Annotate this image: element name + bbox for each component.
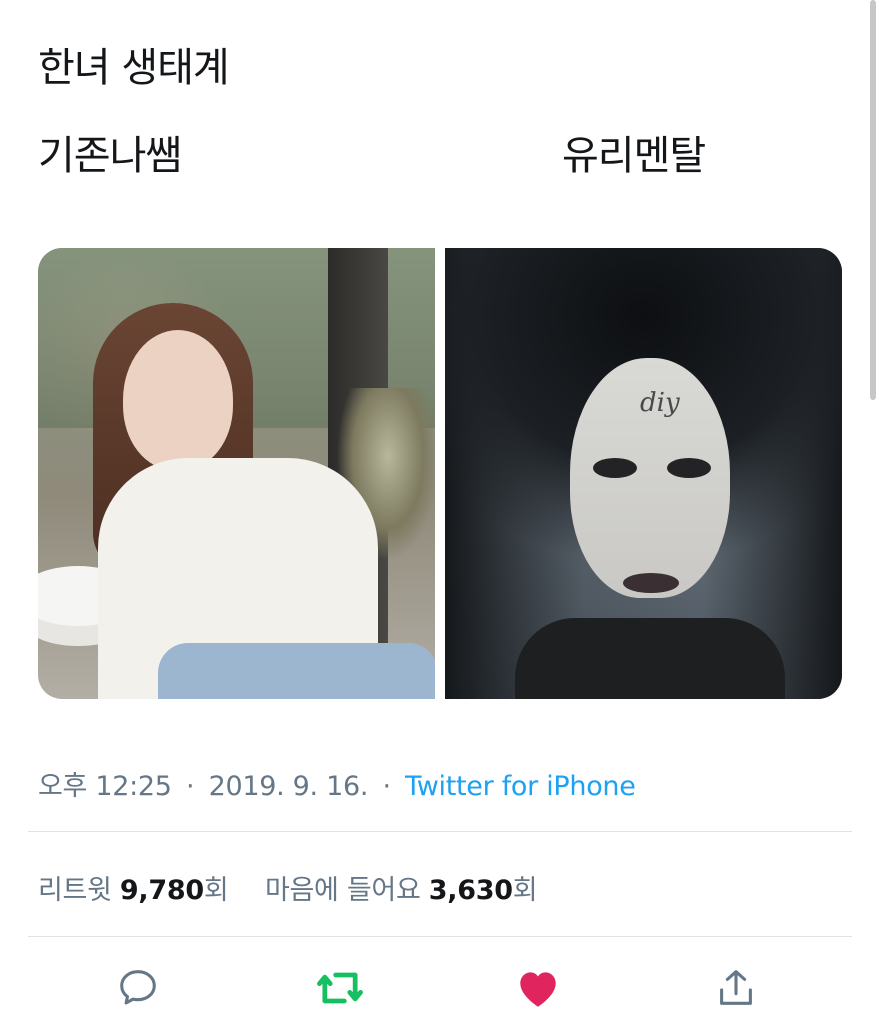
retweet-label: 리트윗: [38, 875, 112, 906]
tweet-media[interactable]: diy: [38, 248, 842, 699]
like-stat[interactable]: 마음에 들어요 3,630회: [264, 875, 538, 906]
photo-right[interactable]: diy: [445, 248, 842, 699]
share-button[interactable]: [708, 960, 764, 1016]
meta-separator: ·: [382, 771, 391, 802]
speech-bubble-icon: [120, 970, 156, 1005]
tweet-source-link[interactable]: Twitter for iPhone: [405, 771, 636, 802]
photo-left-face: [123, 330, 233, 470]
photo-right-forehead-text: diy: [640, 388, 680, 418]
tweet-date: 2019. 9. 16.: [208, 771, 369, 802]
like-button[interactable]: [510, 960, 566, 1016]
retweet-unit: 회: [203, 875, 229, 906]
retweet-count: 9,780: [119, 875, 204, 906]
like-label: 마음에 들어요: [264, 875, 421, 906]
photo-right-eye-left: [593, 458, 637, 478]
share-icon: [720, 970, 752, 1005]
photo-right-lips: [623, 573, 679, 593]
like-unit: 회: [512, 875, 538, 906]
like-count: 3,630: [428, 875, 513, 906]
tweet-time: 오후 12:25: [38, 771, 172, 802]
scrollbar[interactable]: [870, 0, 876, 400]
retweet-icon: [317, 972, 363, 1004]
tweet-actions: [0, 960, 880, 1020]
left-label: 기존나쌤: [38, 133, 182, 179]
photo-left-jeans: [158, 643, 435, 699]
meta-separator: ·: [185, 771, 195, 802]
tweet-meta: 오후 12:25 · 2019. 9. 16. · Twitter for iP…: [38, 764, 636, 803]
right-label: 유리멘탈: [562, 133, 706, 179]
reply-button[interactable]: [110, 960, 166, 1016]
photo-left[interactable]: [38, 248, 435, 699]
photo-right-eye-right: [667, 458, 711, 478]
retweet-button[interactable]: [312, 960, 368, 1016]
photo-right-collar: [515, 618, 785, 699]
divider: [28, 936, 852, 937]
heart-icon: [520, 972, 556, 1007]
retweet-stat[interactable]: 리트윗 9,780회: [38, 875, 237, 906]
tweet-title: 한녀 생태계: [38, 45, 230, 91]
divider: [28, 831, 852, 832]
tweet-stats: 리트윗 9,780회 마음에 들어요 3,630회: [38, 868, 538, 907]
